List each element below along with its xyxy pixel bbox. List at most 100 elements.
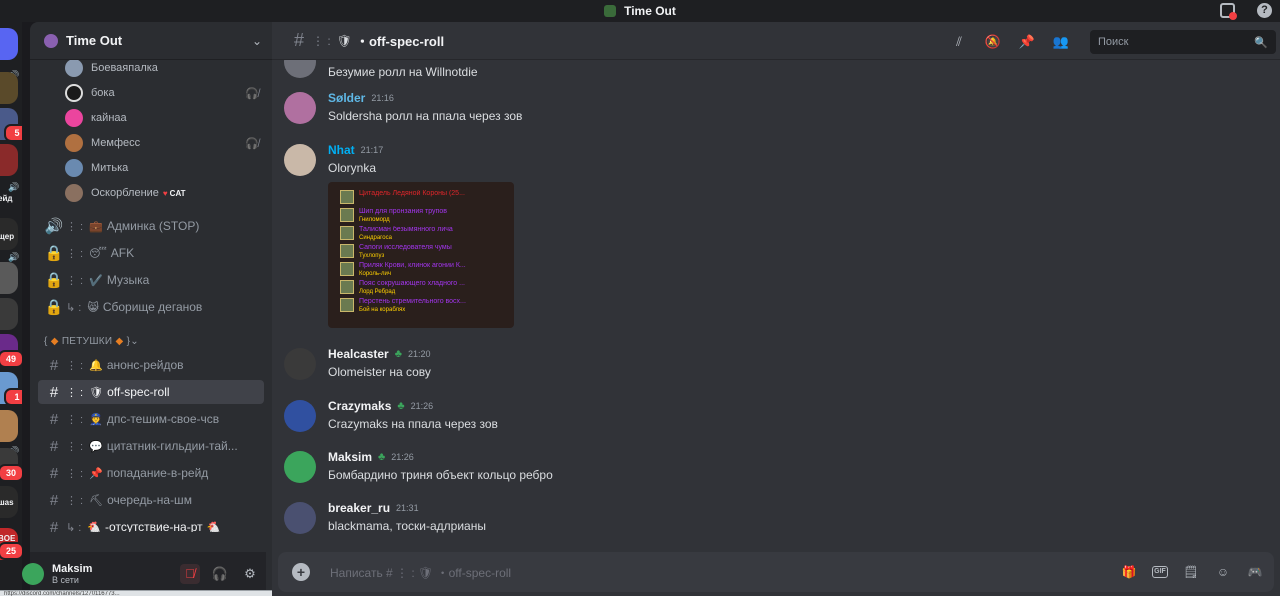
voice-user[interactable]: кайнаа xyxy=(65,107,265,129)
unread-badge: 1 xyxy=(4,388,22,406)
avatar[interactable] xyxy=(284,502,316,534)
voice-channel[interactable]: 🔒 ⋮ : ✔️ Музыка xyxy=(38,268,264,292)
loot-item: Талисман безымянного лича Синдрагоса xyxy=(340,226,506,242)
message-author[interactable]: Sølder xyxy=(328,91,365,105)
voice-user[interactable]: Оскорбление ♥ CAT xyxy=(65,182,265,204)
message-composer[interactable]: + Написать # ⋮ : 🛡 ・off-spec-roll 🎁 GIF … xyxy=(278,552,1274,592)
text-channel[interactable]: # ⋮ : ⛏ очередь-на-шм xyxy=(38,488,264,512)
gift-icon[interactable]: 🎁 xyxy=(1120,563,1138,581)
server-icon[interactable] xyxy=(0,72,18,104)
guild-crest-icon: ♣ xyxy=(394,348,402,360)
message-text: blackmama, тоски-адлрианы xyxy=(328,519,486,533)
server-icon[interactable] xyxy=(0,410,18,442)
message-author[interactable]: Maksim xyxy=(328,450,372,464)
channel-title: ・off-spec-roll xyxy=(355,34,445,49)
members-icon[interactable]: 👥 xyxy=(1052,33,1070,51)
avatar[interactable] xyxy=(284,400,316,432)
message-time: 21:17 xyxy=(360,145,384,155)
voice-user-name: кайнаа xyxy=(91,112,127,124)
drag-handle-icon: ⋮ : xyxy=(66,274,84,287)
search-input[interactable]: Поиск 🔍 xyxy=(1090,30,1276,54)
help-icon[interactable]: ? xyxy=(1257,3,1272,18)
voice-channel[interactable]: 🔊 ⋮ : 💼 Админка (STOP) xyxy=(38,214,264,238)
hashtag-icon: # xyxy=(49,518,59,533)
server-icon[interactable] xyxy=(0,298,18,330)
voice-user-name: Боеваяпалка xyxy=(91,62,158,74)
channel-emoji: 👮 xyxy=(89,413,103,426)
sticker-icon[interactable]: 🗒 xyxy=(1182,563,1200,581)
server-icon[interactable] xyxy=(0,262,18,294)
text-channel[interactable]: # ⋮ : 📌 попадание-в-рейд xyxy=(38,461,264,485)
threads-icon[interactable]: ⫽ xyxy=(950,33,968,51)
discord-app: Time Out ? 🔊 5 🔊 ейд щер 🔊 49 1 🔊 30 шаs… xyxy=(0,0,1280,596)
avatar[interactable] xyxy=(284,60,316,78)
avatar[interactable] xyxy=(284,348,316,380)
loot-item: Приляк Крови, клинок агонии К... Король-л… xyxy=(340,262,506,278)
channel-label: Админка (STOP) xyxy=(106,219,200,233)
speaker-icon: 🔊 xyxy=(44,218,64,235)
voice-user[interactable]: Мемфесс 🎧̸ xyxy=(65,132,265,154)
avatar[interactable] xyxy=(22,563,44,585)
message-author[interactable]: Healcaster xyxy=(328,347,389,361)
mic-muted-icon[interactable]: 🎙̸ xyxy=(180,564,200,584)
window-title: Time Out xyxy=(624,4,676,18)
voice-user[interactable]: бока 🎧̸ xyxy=(65,82,265,104)
server-icon[interactable] xyxy=(0,144,18,176)
channel-emoji: 🛡 xyxy=(336,33,352,48)
channel-list: Боеваяпалка бока 🎧̸ кайнаа Мемфесс 🎧̸ Ми… xyxy=(30,60,272,532)
voice-user-name: Митька xyxy=(91,162,129,174)
channel-emoji: 🔔 xyxy=(89,359,103,372)
server-label: шаs xyxy=(0,498,14,507)
avatar[interactable] xyxy=(284,144,316,176)
message-author[interactable]: Nhat xyxy=(328,143,355,157)
lock-icon: 🔒 xyxy=(44,245,64,262)
text-channel[interactable]: # ⋮ : 💬 цитатник-гильдии-тай... xyxy=(38,434,264,458)
channel-header: # ⋮ : 🛡 ・off-spec-roll ⫽ 🔕 📌 👥 Поиск 🔍 xyxy=(272,22,1280,60)
gear-icon[interactable]: ⚙ xyxy=(240,564,260,584)
heart-icon: ♥ xyxy=(162,188,168,198)
emoji-icon[interactable]: ☺ xyxy=(1214,563,1232,581)
home-button[interactable] xyxy=(0,28,18,60)
unread-badge: 25 xyxy=(0,542,22,560)
avatar[interactable] xyxy=(284,92,316,124)
category-header[interactable]: { ◆ ПЕТУШКИ ◆ }⌄ xyxy=(44,336,139,347)
text-channel[interactable]: # ⋮ : 🔔 анонс-рейдов xyxy=(38,353,264,377)
text-channel[interactable]: # ↳ : 🐔 -отсутствие-на-рт 🐔 xyxy=(38,515,264,533)
voice-user[interactable]: Митька xyxy=(65,157,265,179)
user-tag: ♥ CAT xyxy=(162,188,186,198)
avatar[interactable] xyxy=(284,451,316,483)
text-channel[interactable]: # ⋮ : 👮 дпс-тешим-свое-чсв xyxy=(38,407,264,431)
voice-user[interactable]: Боеваяпалка xyxy=(65,60,265,79)
notifications-off-icon[interactable]: 🔕 xyxy=(984,33,1002,51)
speaker-icon: 🔊 xyxy=(8,182,20,192)
message-text: Olomeister на сову xyxy=(328,365,431,379)
pin-icon[interactable]: 📌 xyxy=(1018,33,1036,51)
message-author[interactable]: breaker_ru xyxy=(328,501,390,515)
hashtag-icon: # xyxy=(49,491,59,509)
voice-channel[interactable]: 🔒 ↳ : 😸 Сборище деганов xyxy=(38,295,264,319)
game-controller-icon[interactable]: 🎮 xyxy=(1246,563,1264,581)
drag-handle-icon: ⋮ : xyxy=(66,220,84,233)
voice-user-name: Оскорбление xyxy=(91,187,159,199)
voice-channel[interactable]: 🔒 ⋮ : 😴 AFK xyxy=(38,241,264,265)
message-time: 21:31 xyxy=(396,503,419,513)
loot-image-embed[interactable]: Цитадель Ледяной Короны (25... Шип для п… xyxy=(328,182,514,328)
add-attachment-icon[interactable]: + xyxy=(292,563,310,581)
item-icon xyxy=(340,226,354,240)
channel-label: AFK xyxy=(110,246,135,260)
loot-item: Шип для пронзания трупов Гниломорд xyxy=(340,208,506,224)
text-channel-active[interactable]: # ⋮ : 🛡 off-spec-roll xyxy=(38,380,264,404)
unread-badge: 30 xyxy=(0,464,22,482)
gif-icon[interactable]: GIF xyxy=(1152,566,1168,578)
inbox-icon[interactable] xyxy=(1220,3,1237,20)
server-header[interactable]: Time Out ⌄ xyxy=(30,22,272,60)
headphones-icon[interactable]: 🎧 xyxy=(210,564,230,584)
message-input-placeholder[interactable]: Написать # ⋮ : 🛡 ・off-spec-roll xyxy=(330,564,511,581)
lock-icon: 🔒 xyxy=(44,299,64,316)
loot-item: Перстень стремительного восх... Бой на ко… xyxy=(340,298,506,314)
item-icon xyxy=(340,190,354,204)
deafened-icon: 🎧̸ xyxy=(245,137,259,150)
guild-crest-icon: ♣ xyxy=(397,400,405,412)
message-author[interactable]: Crazymaks xyxy=(328,399,391,413)
diamond-icon: ◆ xyxy=(50,336,59,347)
